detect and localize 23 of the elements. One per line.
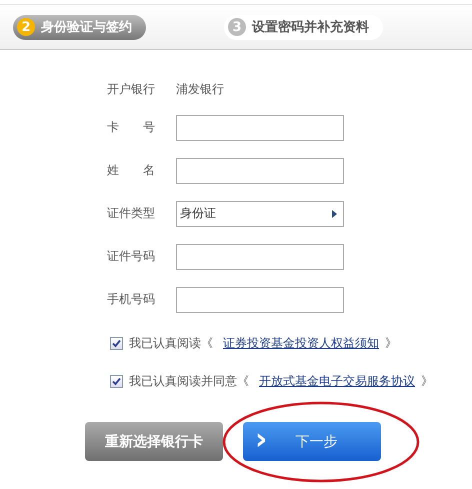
next-button[interactable]: › 下一步: [243, 422, 381, 461]
field-label: 卡 号: [107, 119, 156, 136]
field-label: 证件类型: [107, 205, 156, 222]
agreement-link[interactable]: 证券投资基金投资人权益须知: [223, 335, 379, 352]
input-field[interactable]: [176, 244, 344, 270]
input-field[interactable]: [176, 114, 344, 140]
agreement-text: 我已认真阅读并同意《: [129, 373, 249, 390]
field-label: 开户银行: [107, 80, 156, 98]
agreement-text: 我已认真阅读《: [129, 335, 213, 352]
field-label: 姓 名: [107, 162, 156, 179]
input-field[interactable]: [176, 286, 344, 312]
input-field[interactable]: [176, 158, 344, 184]
agreement-link[interactable]: 开放式基金电子交易服务协议: [259, 373, 415, 390]
field-label: 证件号码: [107, 248, 156, 265]
field-label: 手机号码: [107, 291, 156, 308]
agreement-text: 》: [385, 335, 397, 352]
dropdown-arrow-icon: [332, 210, 338, 218]
field-value: 浦发银行: [176, 80, 224, 98]
agreement-text: 》: [421, 373, 433, 390]
select-field[interactable]: 身份证: [176, 200, 344, 226]
checkbox[interactable]: [110, 375, 123, 388]
checkbox[interactable]: [110, 337, 123, 350]
step-tab[interactable]: 3 设置密码并补充资料: [224, 14, 383, 40]
